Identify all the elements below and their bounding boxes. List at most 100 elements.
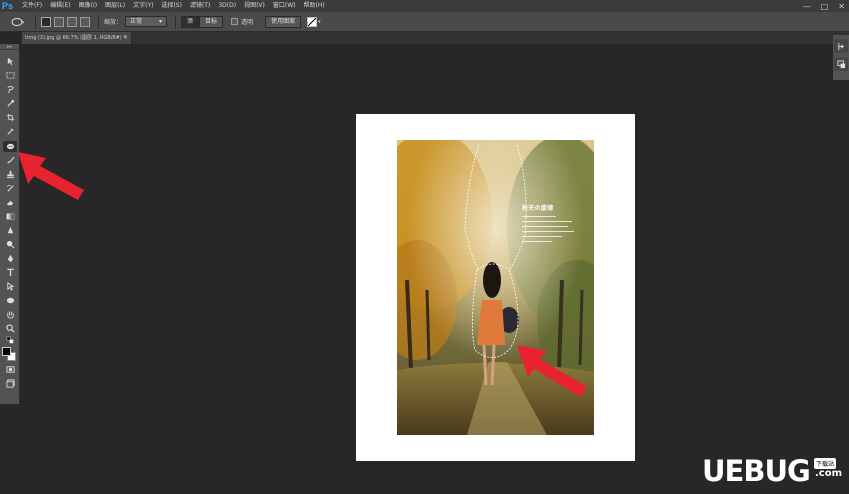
clone-stamp-tool[interactable]	[3, 169, 17, 180]
default-colors-button[interactable]	[3, 336, 17, 344]
intersect-selection-mode-button[interactable]	[80, 16, 90, 27]
divider	[175, 14, 177, 29]
menu-window[interactable]: 窗口(W)	[273, 0, 296, 12]
caption-line	[522, 221, 572, 222]
close-tab-icon[interactable]: ×	[123, 32, 128, 44]
document-tab-bar: timg (2).jpg @ 66.7% (图层 1, RGB/8#) * ×	[22, 32, 849, 44]
dodge-tool[interactable]	[3, 239, 17, 250]
type-tool[interactable]	[3, 267, 17, 278]
right-panel-dock	[833, 35, 849, 80]
path-selection-tool[interactable]	[3, 281, 17, 292]
quick-mask-icon	[5, 366, 15, 373]
screen-mode-icon	[5, 379, 15, 388]
annotation-arrow-tool	[18, 152, 84, 200]
quick-selection-tool[interactable]	[3, 98, 17, 109]
photo-caption: 秋天の旋律	[522, 203, 582, 246]
history-icon	[837, 42, 844, 50]
caption-line	[522, 236, 562, 237]
tools-panel: ▸▸	[0, 44, 20, 404]
lasso-tool[interactable]	[3, 84, 17, 95]
menu-image[interactable]: 图像(I)	[79, 0, 97, 12]
properties-panel-button[interactable]	[834, 57, 848, 71]
blur-icon	[7, 226, 13, 234]
divider	[35, 14, 36, 29]
options-bar: 缩放： 正常 ▾ 添 目标 透明 使用图案 ▾	[0, 12, 849, 32]
gradient-tool[interactable]	[3, 211, 17, 222]
menu-filter[interactable]: 滤镜(T)	[190, 0, 210, 12]
foreground-color-swatch[interactable]	[2, 347, 11, 356]
paint-bucket-icon	[11, 17, 25, 26]
toolbar-collapse-grip[interactable]: ▸▸	[0, 44, 19, 50]
menu-3d[interactable]: 3D(D)	[218, 0, 236, 12]
menu-file[interactable]: 文件(F)	[22, 0, 42, 12]
add-selection-mode-button[interactable]	[54, 16, 64, 27]
history-panel-button[interactable]	[834, 39, 848, 53]
patch-tool[interactable]	[3, 141, 17, 152]
blur-tool[interactable]	[3, 225, 17, 236]
hand-tool[interactable]	[3, 309, 17, 320]
move-icon	[7, 57, 13, 66]
watermark-brand: UEBUG	[702, 454, 811, 488]
divider	[98, 14, 99, 29]
menu-select[interactable]: 选择(S)	[161, 0, 182, 12]
restore-button[interactable]: □	[821, 2, 829, 11]
dodge-icon	[6, 240, 14, 249]
caption-line	[522, 216, 556, 217]
target-button[interactable]: 目标	[199, 15, 224, 28]
menu-edit[interactable]: 编辑(E)	[50, 0, 70, 12]
brush-tool[interactable]	[3, 155, 17, 166]
tool-preset-picker[interactable]	[6, 15, 30, 29]
photo-caption-lines	[522, 216, 582, 242]
properties-icon	[836, 59, 845, 68]
magic-wand-icon	[6, 99, 14, 107]
type-icon	[6, 268, 14, 277]
menu-help[interactable]: 帮助(H)	[304, 0, 325, 12]
menu-type[interactable]: 文字(Y)	[133, 0, 153, 12]
default-colors-icon	[6, 336, 13, 343]
minimize-button[interactable]: —	[803, 2, 811, 11]
site-watermark: UEBUG 下载站 .com	[702, 452, 847, 490]
eyedropper-icon	[6, 128, 14, 135]
zoom-icon	[5, 324, 15, 333]
watermark-suffix: .com	[815, 468, 843, 479]
eyedropper-tool[interactable]	[3, 126, 17, 137]
pen-icon	[7, 254, 13, 263]
window-controls: — □ ✕	[803, 0, 845, 12]
photo-title: 秋天の旋律	[522, 205, 554, 212]
menu-view[interactable]: 视图(V)	[244, 0, 265, 12]
caption-line	[522, 231, 574, 232]
crop-icon	[6, 113, 14, 122]
move-tool[interactable]	[3, 56, 17, 67]
zoom-tool[interactable]	[3, 323, 17, 334]
chevron-down-icon[interactable]: ▾	[318, 19, 321, 25]
mode-select[interactable]: 正常 ▾	[125, 16, 168, 27]
menu-layer[interactable]: 图层(L)	[105, 0, 125, 12]
new-selection-mode-button[interactable]	[41, 16, 51, 27]
history-brush-tool[interactable]	[3, 183, 17, 194]
gradient-icon	[6, 213, 14, 220]
caption-line	[522, 241, 552, 242]
pattern-swatch[interactable]	[307, 16, 318, 27]
document-tab-title: timg (2).jpg @ 66.7% (图层 1, RGB/8#) *	[25, 35, 126, 41]
screen-mode-button[interactable]	[3, 378, 17, 389]
crop-tool[interactable]	[3, 112, 17, 123]
subtract-selection-mode-button[interactable]	[67, 16, 77, 27]
quick-mask-button[interactable]	[3, 364, 17, 375]
close-button[interactable]: ✕	[838, 2, 845, 11]
stamp-icon	[6, 170, 14, 179]
source-button[interactable]: 添	[181, 15, 200, 28]
use-pattern-button[interactable]: 使用图案	[265, 15, 302, 28]
eraser-tool[interactable]	[3, 197, 17, 208]
lasso-icon	[6, 85, 14, 94]
menu-bar: Ps 文件(F) 编辑(E) 图像(I) 图层(L) 文字(Y) 选择(S) 滤…	[0, 0, 849, 12]
photoshop-logo: Ps	[2, 1, 14, 11]
mode-value: 正常	[130, 18, 143, 25]
shape-tool[interactable]	[3, 295, 17, 306]
brush-icon	[6, 156, 15, 164]
pen-tool[interactable]	[3, 253, 17, 264]
marquee-tool[interactable]	[3, 70, 17, 81]
transparent-checkbox[interactable]	[231, 18, 239, 25]
document-tab[interactable]: timg (2).jpg @ 66.7% (图层 1, RGB/8#) * ×	[22, 32, 132, 44]
eraser-icon	[6, 200, 13, 206]
hand-icon	[6, 311, 14, 319]
